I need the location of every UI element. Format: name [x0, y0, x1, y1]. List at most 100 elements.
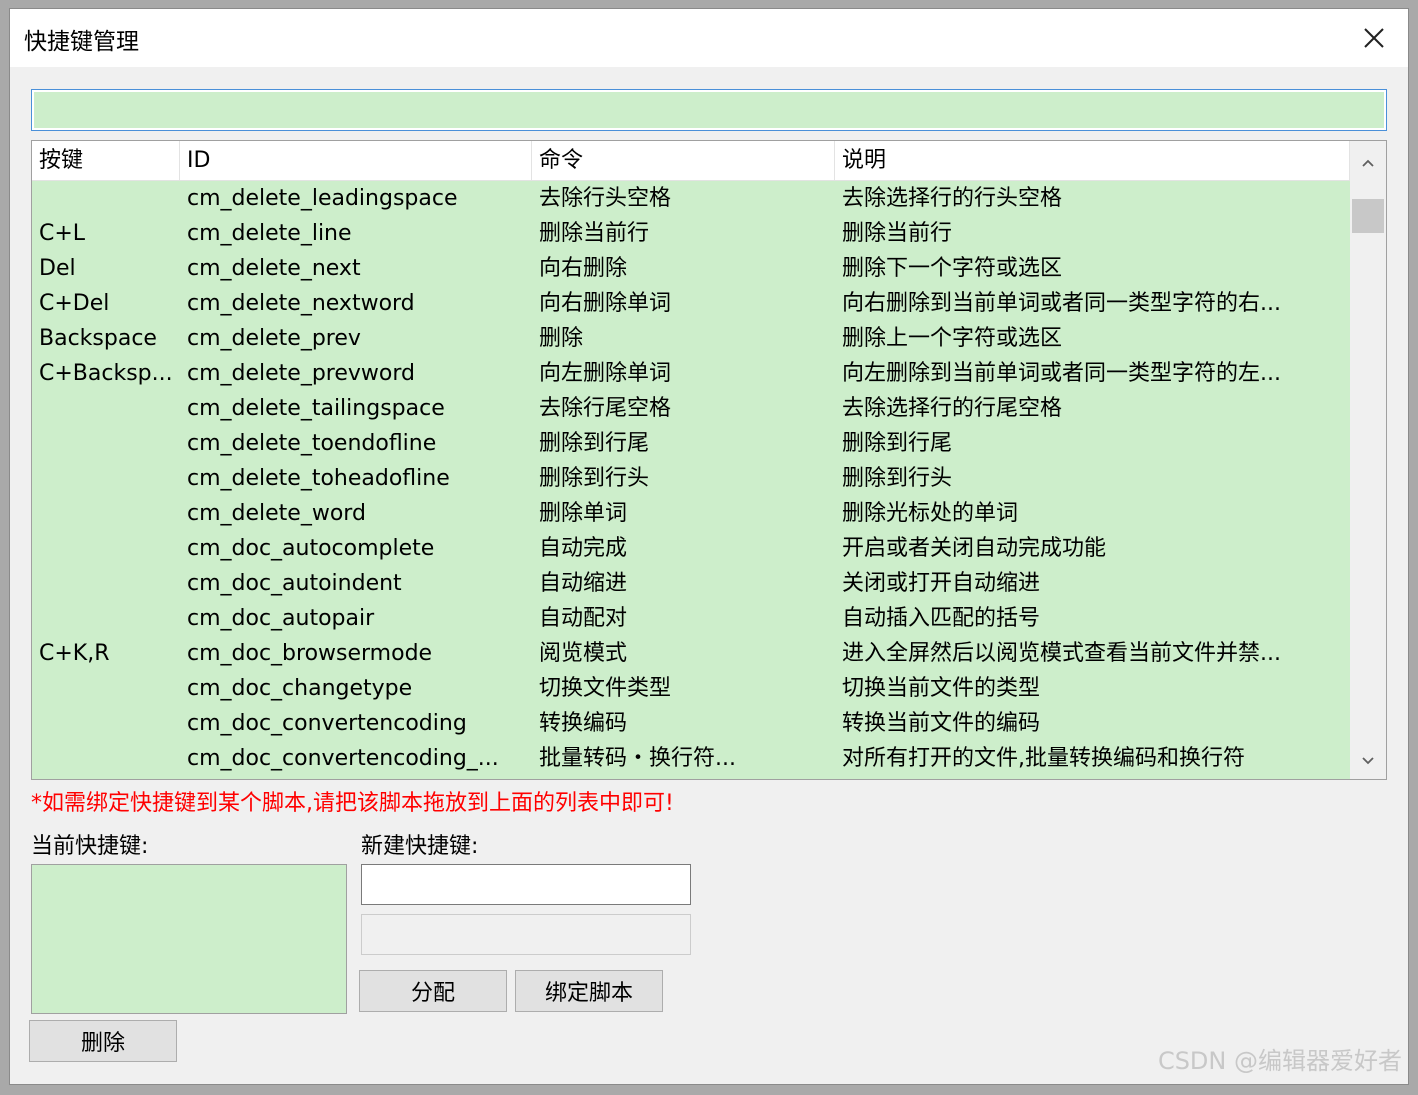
scroll-thumb[interactable]: [1352, 199, 1384, 233]
watermark: CSDN @编辑器爱好者: [1157, 1047, 1402, 1075]
cell-command: 删除: [539, 326, 584, 351]
cell-description: 删除上一个字符或选区: [842, 326, 1063, 351]
cell-key: C+Backsp...: [39, 361, 173, 386]
cell-key: [32, 566, 180, 601]
cell-description: 去除选择行的行头空格: [842, 186, 1063, 211]
table-row[interactable]: cm_delete_leadingspace 去除行头空格 去除选择行的行头空格: [32, 181, 1350, 216]
table-row[interactable]: cm_delete_toendofline 删除到行尾 删除到行尾: [32, 426, 1350, 461]
cell-command: 向左删除单词: [539, 361, 672, 386]
table-row[interactable]: cm_doc_changetype 切换文件类型 切换当前文件的类型: [32, 671, 1350, 706]
cell-description: 删除下一个字符或选区: [842, 256, 1063, 281]
cell-id: cm_delete_next: [187, 256, 361, 281]
cell-command: 删除当前行: [539, 221, 650, 246]
cell-command: 批量转码・换行符...: [539, 746, 736, 771]
cell-description: 对所有打开的文件,批量转换编码和换行符: [842, 746, 1245, 771]
cell-key: [32, 426, 180, 461]
column-header-description[interactable]: 说明: [835, 141, 1350, 181]
table-row[interactable]: C+K,R cm_doc_browsermode 阅览模式 进入全屏然后以阅览模式查看…: [32, 636, 1350, 671]
cell-description: 向左删除到当前单词或者同一类型字符的左...: [842, 361, 1281, 386]
cell-key: [32, 496, 180, 531]
cell-description: 进入全屏然后以阅览模式查看当前文件并禁...: [842, 641, 1281, 666]
shortcut-manager-dialog: 快捷键管理 按键 ID 命令 说明 cm_delete_leadingspace…: [9, 8, 1409, 1085]
table-row[interactable]: C+Del cm_delete_nextword 向右删除单词 向右删除到当前单词或者…: [32, 286, 1350, 321]
cell-command: 转换编码: [539, 711, 628, 736]
cell-key: [32, 391, 180, 426]
cell-id: cm_delete_tailingspace: [187, 396, 445, 421]
cell-id: cm_delete_toendofline: [187, 431, 437, 456]
vertical-scrollbar[interactable]: [1350, 141, 1386, 779]
cell-command: 自动缩进: [539, 571, 628, 596]
filter-input-frame: [31, 89, 1387, 131]
table-row[interactable]: cm_doc_convertencoding_... 批量转码・换行符... 对所有…: [32, 741, 1350, 776]
chevron-up-icon: [1362, 159, 1374, 167]
shortcut-list[interactable]: 按键 ID 命令 说明 cm_delete_leadingspace 去除行头空格…: [31, 140, 1387, 780]
cell-id: cm_delete_prevword: [187, 361, 415, 386]
cell-description: 向右删除到当前单词或者同一类型字符的右...: [842, 291, 1281, 316]
table-row[interactable]: cm_delete_word 删除单词 删除光标处的单词: [32, 496, 1350, 531]
cell-key: [32, 461, 180, 496]
cell-id: cm_doc_convertencoding: [187, 711, 467, 736]
cell-key: [32, 531, 180, 566]
cell-description: 自动插入匹配的括号: [842, 606, 1041, 631]
delete-button[interactable]: 删除: [29, 1020, 177, 1062]
cell-id: cm_doc_convertencoding_...: [187, 746, 499, 771]
cell-command: 删除到行头: [539, 466, 650, 491]
cell-command: 删除单词: [539, 501, 628, 526]
cell-id: cm_doc_changetype: [187, 676, 413, 701]
cell-id: cm_doc_autoindent: [187, 571, 402, 596]
cell-id: cm_delete_toheadofline: [187, 466, 450, 491]
cell-description: 转换当前文件的编码: [842, 711, 1041, 736]
table-row[interactable]: cm_doc_convertencoding 转换编码 转换当前文件的编码: [32, 706, 1350, 741]
scroll-down-button[interactable]: [1350, 743, 1386, 779]
cell-command: 去除行尾空格: [539, 396, 672, 421]
list-rows: cm_delete_leadingspace 去除行头空格 去除选择行的行头空格 C+…: [32, 181, 1350, 776]
cell-description: 删除到行头: [842, 466, 953, 491]
close-button[interactable]: [1354, 19, 1394, 57]
table-row[interactable]: cm_doc_autocomplete 自动完成 开启或者关闭自动完成功能: [32, 531, 1350, 566]
window-title: 快捷键管理: [24, 29, 139, 55]
cell-command: 切换文件类型: [539, 676, 672, 701]
column-header-id[interactable]: ID: [180, 141, 532, 181]
assign-button[interactable]: 分配: [359, 970, 507, 1012]
cell-command: 阅览模式: [539, 641, 628, 666]
new-shortcut-input[interactable]: [361, 864, 691, 905]
cell-command: 自动配对: [539, 606, 628, 631]
cell-key: C+L: [39, 221, 86, 246]
cell-command: 向右删除: [539, 256, 628, 281]
cell-description: 切换当前文件的类型: [842, 676, 1041, 701]
title-bar: 快捷键管理: [10, 9, 1408, 67]
cell-command: 自动完成: [539, 536, 628, 561]
cell-key: C+Del: [39, 291, 110, 316]
table-row[interactable]: Backspace cm_delete_prev 删除 删除上一个字符或选区: [32, 321, 1350, 356]
bind-script-button[interactable]: 绑定脚本: [515, 970, 663, 1012]
drag-hint-text: *如需绑定快捷键到某个脚本,请把该脚本拖放到上面的列表中即可!: [31, 791, 674, 816]
table-row[interactable]: cm_delete_toheadofline 删除到行头 删除到行头: [32, 461, 1350, 496]
filter-input[interactable]: [34, 92, 1384, 128]
table-row[interactable]: Del cm_delete_next 向右删除 删除下一个字符或选区: [32, 251, 1350, 286]
cell-description: 删除到行尾: [842, 431, 953, 456]
cell-description: 删除光标处的单词: [842, 501, 1019, 526]
new-shortcut-secondary-field: [361, 914, 691, 955]
table-row[interactable]: cm_delete_tailingspace 去除行尾空格 去除选择行的行尾空格: [32, 391, 1350, 426]
cell-description: 关闭或打开自动缩进: [842, 571, 1041, 596]
cell-key: [32, 601, 180, 636]
table-row[interactable]: cm_doc_autopair 自动配对 自动插入匹配的括号: [32, 601, 1350, 636]
cell-id: cm_delete_nextword: [187, 291, 415, 316]
scroll-up-button[interactable]: [1350, 145, 1386, 181]
cell-command: 向右删除单词: [539, 291, 672, 316]
cell-id: cm_delete_word: [187, 501, 366, 526]
cell-key: Del: [39, 256, 76, 281]
column-header-command[interactable]: 命令: [532, 141, 835, 181]
cell-key: C+K,R: [39, 641, 110, 666]
cell-id: cm_doc_autocomplete: [187, 536, 435, 561]
table-row[interactable]: C+L cm_delete_line 删除当前行 删除当前行: [32, 216, 1350, 251]
cell-key: Backspace: [39, 326, 157, 351]
column-header-key[interactable]: 按键: [32, 141, 180, 181]
table-row[interactable]: C+Backsp... cm_delete_prevword 向左删除单词 向左删除到…: [32, 356, 1350, 391]
new-shortcut-label: 新建快捷键:: [361, 834, 479, 859]
cell-key: [32, 741, 180, 776]
table-row[interactable]: cm_doc_autoindent 自动缩进 关闭或打开自动缩进: [32, 566, 1350, 601]
cell-id: cm_delete_line: [187, 221, 352, 246]
current-shortcut-list[interactable]: [31, 864, 347, 1014]
cell-id: cm_doc_browsermode: [187, 641, 433, 666]
